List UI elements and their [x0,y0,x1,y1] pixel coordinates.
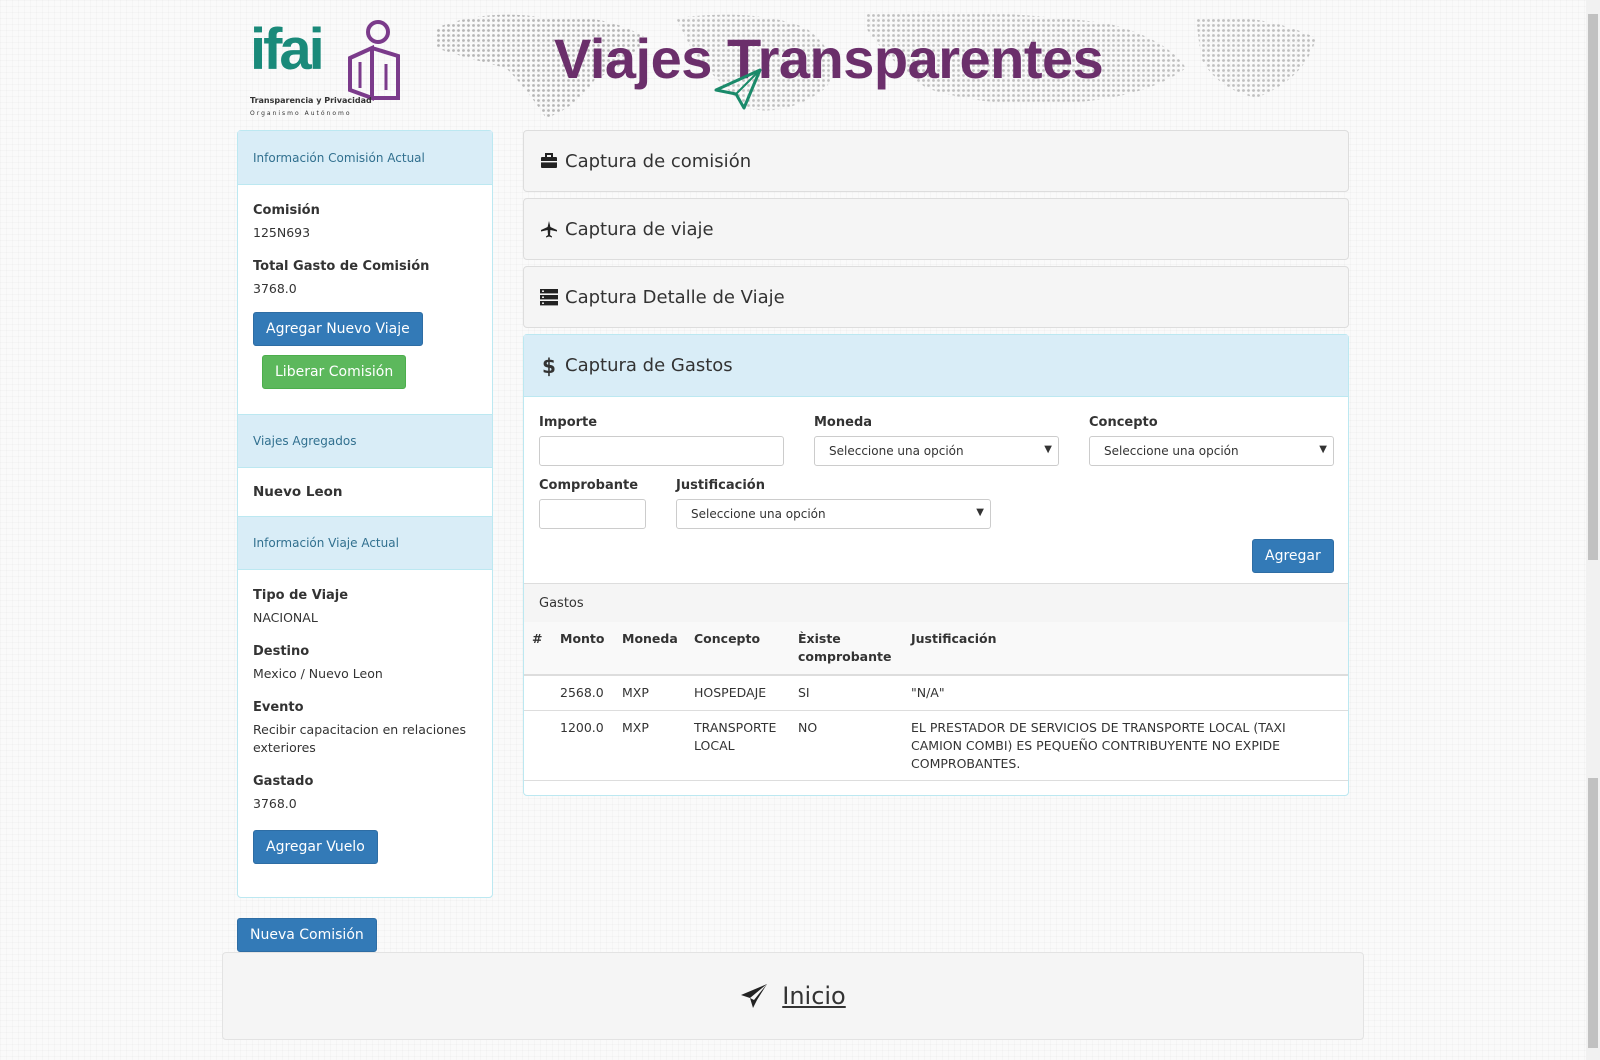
agregar-vuelo-button[interactable]: Agregar Vuelo [253,830,378,864]
viajes-agregados-title: Viajes Agregados [253,434,357,448]
briefcase-icon [539,151,559,171]
logo-text: ifai [250,17,325,82]
gastado-label: Gastado [253,774,314,789]
accordion-detalle-label: Captura Detalle de Viaje [565,286,785,308]
gastos-table-panel: Gastos # Monto Moneda Concepto Èxiste co… [524,583,1348,781]
cell-num [524,674,552,711]
footer-panel: Inicio [222,952,1364,1040]
tipo-viaje-label: Tipo de Viaje [253,588,349,603]
justificacion-select-value: Seleccione una opción [691,507,826,521]
tasks-icon [539,287,559,307]
viaje-list-item[interactable]: Nuevo Leon [253,468,477,516]
moneda-select[interactable]: Seleccione una opción ▼ [814,436,1059,466]
destino-label: Destino [253,644,310,659]
comision-value: 125N693 [253,225,311,240]
scrollbar-track-lower[interactable] [1588,778,1598,1048]
table-row: 2568.0 MXP HOSPEDAJE SI "N/A" [524,674,1348,711]
cell-monto: 1200.0 [552,710,614,781]
gastos-table-title: Gastos [524,584,1348,622]
gastado-value: 3768.0 [253,796,297,811]
cell-justificacion: "N/A" [903,674,1348,711]
justificacion-select[interactable]: Seleccione una opción ▼ [676,499,991,529]
info-comision-heading: Información Comisión Actual [238,131,492,185]
accordion-captura-viaje[interactable]: Captura de viaje [523,198,1349,260]
liberar-comision-button[interactable]: Liberar Comisión [262,355,407,389]
logo-subtitle-2: Organismo Autónomo [250,110,352,117]
cell-num [524,710,552,781]
table-row: 1200.0 MXP TRANSPORTE LOCAL NO EL PRESTA… [524,710,1348,781]
info-viaje-title: Información Viaje Actual [253,536,399,550]
col-comprobante-header: Èxiste comprobante [790,622,903,676]
accordion-comision-label: Captura de comisión [565,150,752,172]
moneda-select-value: Seleccione una opción [829,444,964,458]
col-moneda-header: Moneda [614,622,686,676]
accordion-gastos-label: Captura de Gastos [565,355,733,376]
accordion-captura-comision[interactable]: Captura de comisión [523,130,1349,192]
agregar-gasto-button[interactable]: Agregar [1252,539,1334,573]
comprobante-label: Comprobante [539,478,639,493]
comision-label: Comisión [253,203,320,218]
comprobante-input[interactable] [539,499,646,529]
importe-input[interactable] [539,436,784,466]
cell-concepto: TRANSPORTE LOCAL [686,710,790,781]
page-header: ifai Transparencia y Privacidad Organism… [236,8,1346,120]
scrollbar-thumb[interactable] [1588,14,1598,560]
concepto-select-value: Seleccione una opción [1104,444,1239,458]
cell-moneda: MXP [614,710,686,781]
cell-justificacion: EL PRESTADOR DE SERVICIOS DE TRANSPORTE … [903,710,1348,781]
evento-value: Recibir capacitacion en relaciones exter… [253,722,466,755]
accordion-captura-detalle[interactable]: Captura Detalle de Viaje [523,266,1349,328]
accordion-viaje-label: Captura de viaje [565,218,714,240]
paper-plane-icon [714,68,762,110]
banner-title: Viajes Transparentes [554,27,1104,90]
cell-comprobante: SI [790,674,903,711]
caret-down-icon: ▼ [976,507,984,518]
send-icon [741,984,768,1008]
concepto-select[interactable]: Seleccione una opción ▼ [1089,436,1334,466]
gastos-table: # Monto Moneda Concepto Èxiste comproban… [524,622,1348,781]
concepto-label: Concepto [1089,415,1158,430]
destino-value: Mexico / Nuevo Leon [253,666,383,681]
logo-subtitle: Transparencia y Privacidad [250,96,372,105]
col-justificacion-header: Justificación [903,622,1348,676]
page-scrollbar[interactable] [1586,0,1600,1060]
justificacion-label: Justificación [676,478,765,493]
cell-moneda: MXP [614,674,686,711]
info-comision-title: Información Comisión Actual [253,150,425,165]
ifai-logo: ifai Transparencia y Privacidad Organism… [250,14,400,122]
captura-gastos-panel: $ Captura de Gastos Importe Moneda Selec… [523,334,1349,796]
total-gasto-value: 3768.0 [253,281,297,296]
cell-monto: 2568.0 [552,674,614,711]
cell-comprobante: NO [790,710,903,781]
evento-label: Evento [253,700,304,715]
moneda-label: Moneda [814,415,873,430]
accordion-captura-gastos[interactable]: $ Captura de Gastos [524,335,1348,397]
info-viaje-heading: Información Viaje Actual [238,516,492,570]
nueva-comision-button[interactable]: Nueva Comisión [237,918,377,952]
col-monto-header: Monto [552,622,614,676]
caret-down-icon: ▼ [1044,444,1052,455]
agregar-nuevo-viaje-button[interactable]: Agregar Nuevo Viaje [253,312,423,346]
tipo-viaje-value: NACIONAL [253,610,318,625]
dollar-icon: $ [542,353,556,378]
col-concepto-header: Concepto [686,622,790,676]
table-header-row: # Monto Moneda Concepto Èxiste comproban… [524,622,1348,676]
total-gasto-label: Total Gasto de Comisión [253,259,430,274]
inicio-link[interactable]: Inicio [782,982,846,1010]
caret-down-icon: ▼ [1319,444,1327,455]
col-num-header: # [524,622,552,676]
cell-concepto: HOSPEDAJE [686,674,790,711]
importe-label: Importe [539,415,598,430]
plane-icon [539,219,559,239]
viajes-agregados-heading: Viajes Agregados [238,414,492,468]
logo-figure-icon [348,20,400,101]
sidebar-panel: Información Comisión Actual Comisión 125… [237,130,493,898]
